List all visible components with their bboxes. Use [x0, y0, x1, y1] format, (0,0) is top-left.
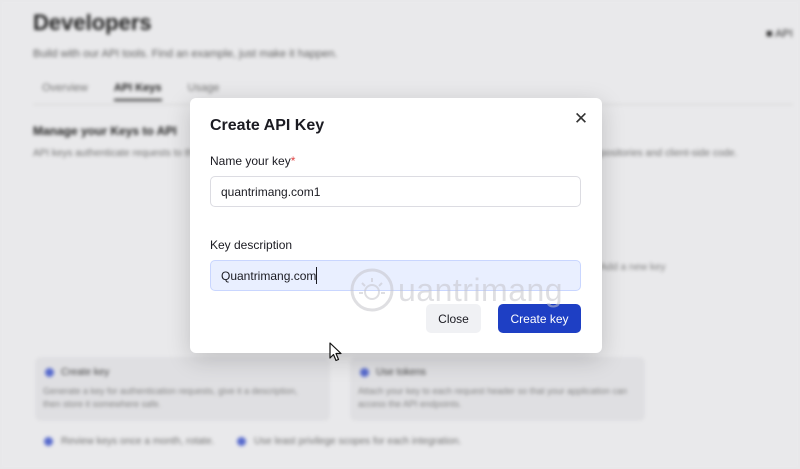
- create-key-button[interactable]: Create key: [498, 304, 581, 333]
- required-marker: *: [290, 154, 296, 168]
- close-icon[interactable]: ✕: [572, 110, 590, 128]
- create-api-key-dialog: Create API Key ✕ Name your key* Key desc…: [190, 98, 602, 353]
- dialog-title: Create API Key: [210, 117, 325, 134]
- description-field-label: Key description: [210, 238, 293, 252]
- key-description-input[interactable]: [210, 260, 581, 291]
- key-name-input[interactable]: [210, 176, 581, 207]
- close-button[interactable]: Close: [426, 304, 481, 333]
- text-caret: [316, 267, 317, 284]
- name-field-label: Name your key*: [210, 154, 296, 168]
